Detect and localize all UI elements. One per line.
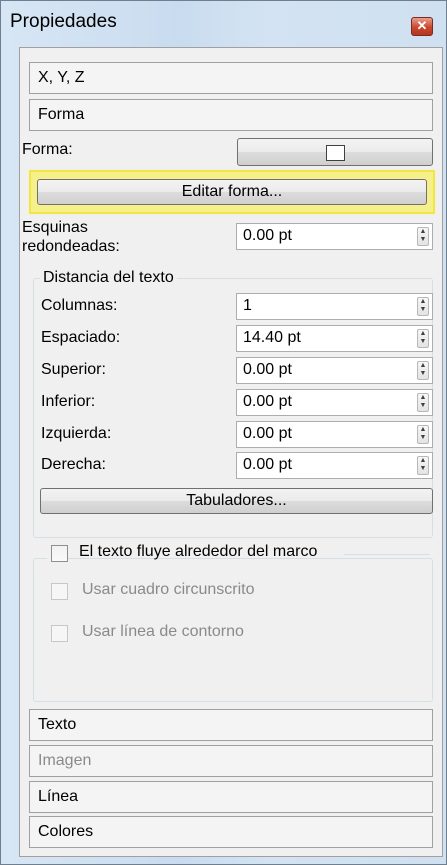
distance-label: Columnas:	[41, 297, 118, 314]
text-flow-header: El texto fluye alrededor del marco	[47, 542, 317, 566]
bbox-checkbox[interactable]	[51, 583, 68, 600]
distance-value: 14.40 pt	[243, 329, 301, 346]
distance-spinner[interactable]: 0.00 pt ▲ ▼	[236, 389, 433, 416]
distance-spinner[interactable]: 14.40 pt ▲ ▼	[236, 325, 433, 352]
distance-label: Espaciado:	[41, 329, 121, 346]
distance-spinner[interactable]: 1 ▲ ▼	[236, 293, 433, 320]
edit-shape-button[interactable]: Editar forma...	[37, 179, 427, 205]
shape-square-icon	[325, 145, 345, 161]
distance-value: 1	[243, 297, 252, 314]
corners-value: 0.00 pt	[243, 227, 292, 244]
distance-label: Izquierda:	[41, 425, 112, 442]
title-bar[interactable]: Propiedades ✕	[1, 1, 446, 47]
distance-spinner[interactable]: 0.00 pt ▲ ▼	[236, 421, 433, 448]
distance-label: Derecha:	[41, 456, 106, 473]
distance-spinner[interactable]: 0.00 pt ▲ ▼	[236, 357, 433, 384]
distance-label: Inferior:	[41, 393, 96, 410]
distance-value: 0.00 pt	[243, 361, 292, 378]
properties-panel: X, Y, Z Forma Forma: Editar forma... Esq…	[19, 47, 443, 857]
distance-label: Superior:	[41, 361, 106, 378]
spin-arrows-icon[interactable]: ▲ ▼	[417, 329, 429, 348]
shape-label: Forma:	[22, 141, 73, 158]
bbox-label: Usar cuadro circunscrito	[82, 581, 255, 598]
distance-value: 0.00 pt	[243, 456, 292, 473]
section-forma[interactable]: Forma	[29, 99, 433, 131]
spin-arrows-icon[interactable]: ▲ ▼	[417, 361, 429, 380]
close-icon: ✕	[416, 18, 428, 33]
text-flow-label: El texto fluye alrededor del marco	[79, 543, 318, 560]
distance-value: 0.00 pt	[243, 425, 292, 442]
text-distance-title: Distancia del texto	[40, 269, 177, 287]
spin-arrows-icon[interactable]: ▲ ▼	[417, 297, 429, 316]
corners-spinner[interactable]: 0.00 pt ▲ ▼	[236, 223, 433, 250]
text-flow-checkbox[interactable]	[51, 545, 68, 562]
edit-shape-highlight: Editar forma...	[29, 170, 435, 214]
window-title: Propiedades	[10, 11, 117, 32]
section-linea[interactable]: Línea	[29, 781, 433, 813]
section-colores[interactable]: Colores	[29, 816, 433, 848]
group-line	[344, 554, 429, 555]
properties-window: Propiedades ✕ X, Y, Z Forma Forma: Edita…	[0, 0, 447, 865]
distance-spinner[interactable]: 0.00 pt ▲ ▼	[236, 452, 433, 479]
spin-arrows-icon[interactable]: ▲ ▼	[417, 425, 429, 444]
section-texto[interactable]: Texto	[29, 709, 433, 741]
distance-value: 0.00 pt	[243, 393, 292, 410]
spin-arrows-icon[interactable]: ▲ ▼	[417, 227, 429, 246]
corners-label-line2: redondeadas:	[22, 238, 120, 255]
shape-picker-button[interactable]	[237, 138, 433, 166]
tabs-button[interactable]: Tabuladores...	[40, 488, 433, 514]
corners-label-line1: Esquinas	[22, 219, 88, 236]
contour-checkbox[interactable]	[51, 625, 68, 642]
close-button[interactable]: ✕	[411, 17, 433, 36]
spin-arrows-icon[interactable]: ▲ ▼	[417, 456, 429, 475]
section-xyz[interactable]: X, Y, Z	[29, 62, 433, 94]
spin-arrows-icon[interactable]: ▲ ▼	[417, 393, 429, 412]
contour-label: Usar línea de contorno	[82, 623, 244, 640]
section-imagen: Imagen	[29, 745, 433, 777]
